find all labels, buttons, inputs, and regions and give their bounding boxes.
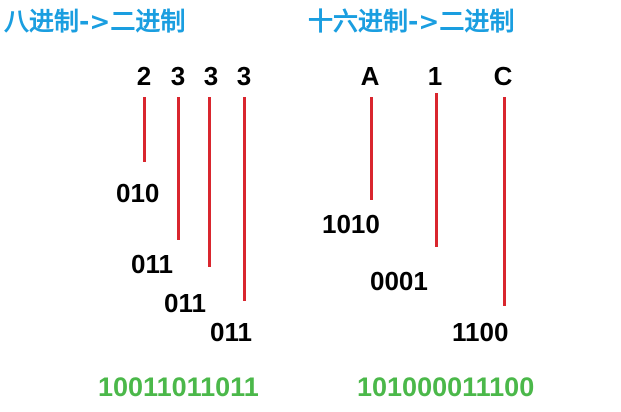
octal-binary-group-3: 011 [164,288,206,318]
hex-digit-2: 1 [427,61,443,91]
hex-binary-group-3: 1100 [452,317,509,347]
octal-digit-2: 3 [170,61,186,91]
octal-binary-group-4: 011 [210,317,252,347]
octal-connector-4 [243,97,246,301]
hex-digit-1: A [360,61,380,91]
hex-connector-2 [435,93,438,247]
octal-digit-4: 3 [236,61,252,91]
hex-result: 101000011100 [357,372,535,402]
octal-result: 10011011011 [98,372,259,402]
hex-connector-1 [370,97,373,200]
hex-to-binary-title: 十六进制->二进制 [308,7,515,36]
octal-digit-1: 2 [136,61,152,91]
octal-connector-1 [143,97,146,162]
hex-binary-group-1: 1010 [322,209,380,239]
octal-connector-3 [208,97,211,267]
hex-digit-3: C [493,61,513,91]
octal-binary-group-1: 010 [116,178,160,208]
octal-digit-3: 3 [203,61,219,91]
octal-connector-2 [177,97,180,240]
octal-binary-group-2: 011 [131,249,173,279]
hex-connector-3 [503,97,506,306]
octal-to-binary-title: 八进制->二进制 [4,7,186,36]
hex-binary-group-2: 0001 [370,266,428,296]
